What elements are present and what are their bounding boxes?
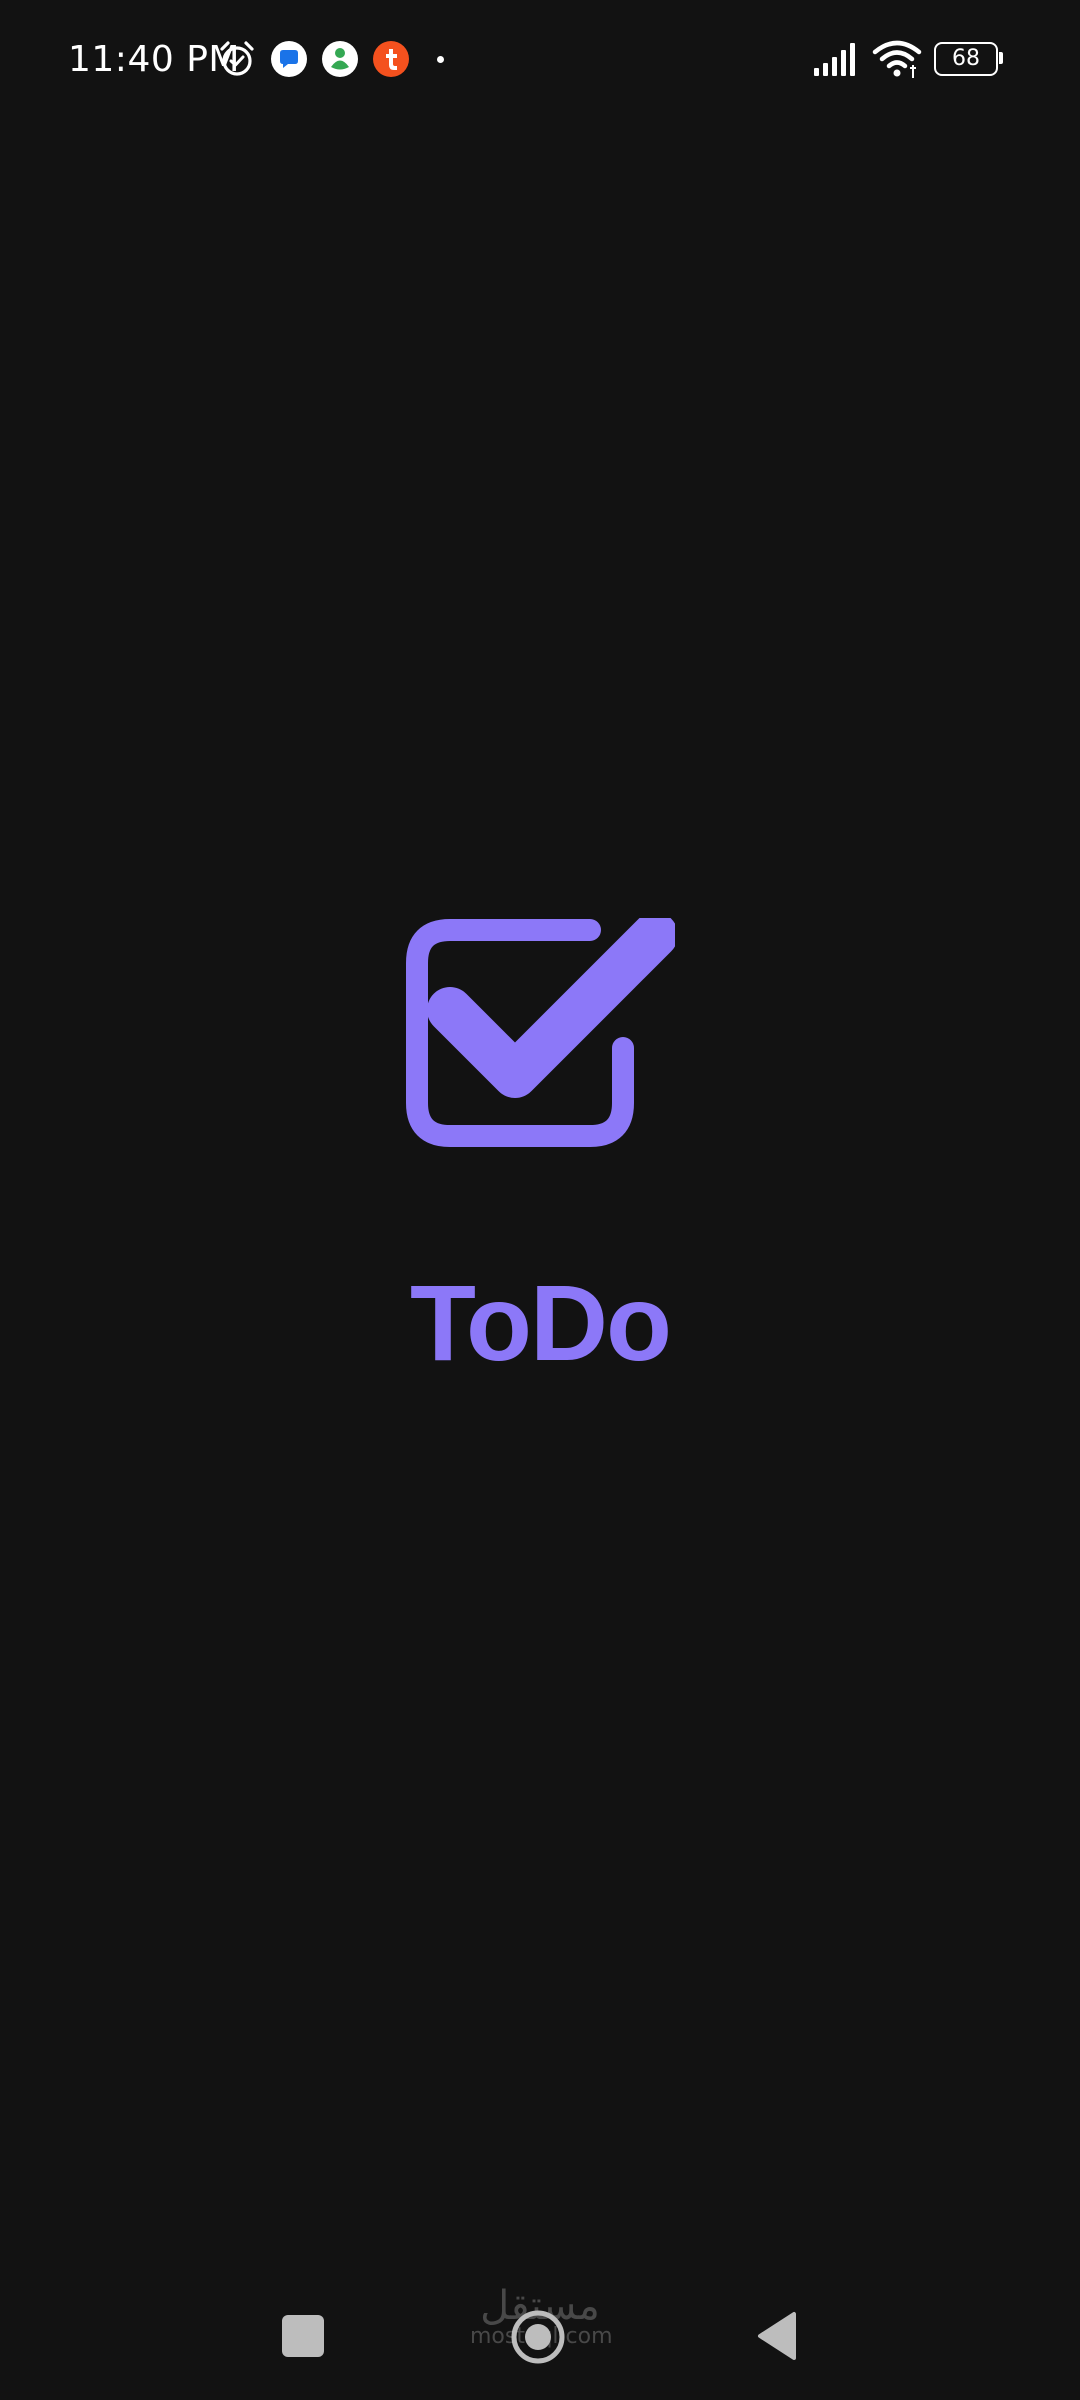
home-button[interactable] xyxy=(510,2309,566,2365)
status-bar: 11:40 PM 68 xyxy=(0,0,1080,120)
messages-icon xyxy=(271,41,307,77)
navigation-bar xyxy=(0,2280,1080,2400)
alarm-icon xyxy=(220,41,254,76)
battery-icon: 68 xyxy=(934,42,1004,76)
battery-tip xyxy=(999,52,1003,64)
app-title: ToDo xyxy=(410,1262,672,1383)
wifi-icon xyxy=(872,40,922,78)
more-notifications-icon xyxy=(437,56,444,63)
signal-icon xyxy=(814,43,855,76)
checkbox-checked-icon xyxy=(406,918,675,1147)
contacts-icon xyxy=(322,41,358,77)
status-time: 11:40 PM xyxy=(68,39,240,80)
splash-screen: 11:40 PM 68 ToDo مستقل xyxy=(0,0,1080,2400)
battery-level: 68 xyxy=(952,46,980,71)
back-button[interactable] xyxy=(754,2310,798,2362)
tumblr-icon xyxy=(373,41,409,77)
recents-button[interactable] xyxy=(282,2315,324,2357)
